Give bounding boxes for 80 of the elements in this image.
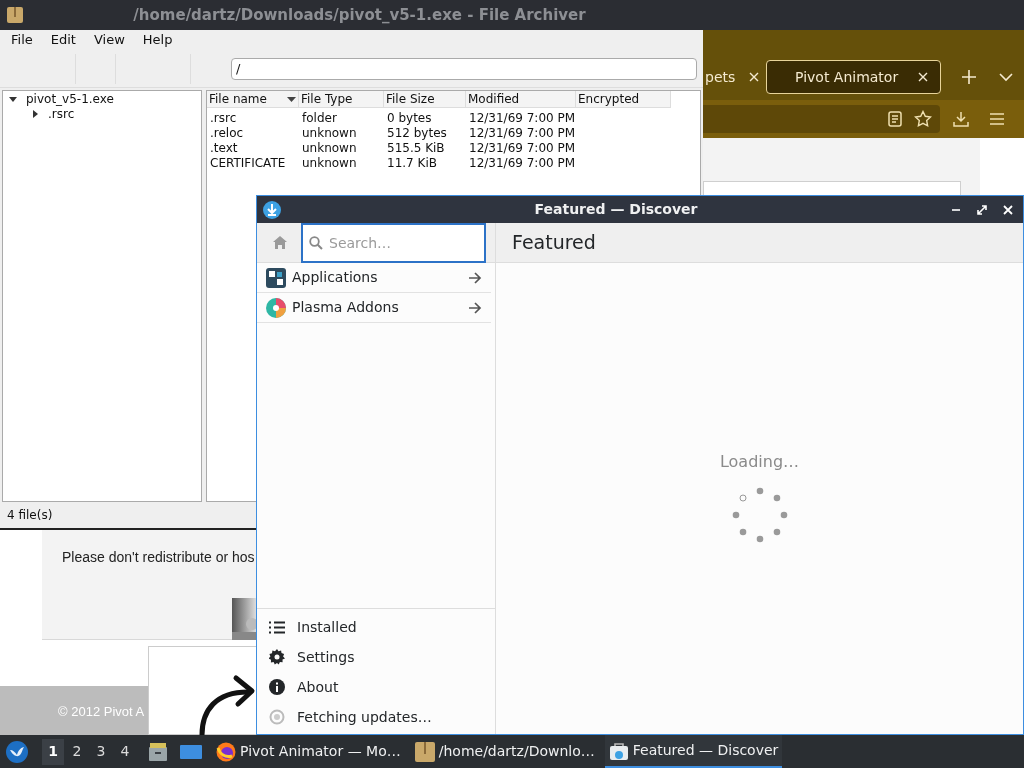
fox-globe-icon [216, 741, 236, 762]
table-cell-text: 515.5 KiB [386, 140, 446, 154]
palette-icon [266, 297, 286, 318]
menu-item[interactable]: File [11, 30, 33, 50]
window-title: /home/dartz/Downloads/pivot_v5-1.exe - File Archiver [132, 4, 587, 26]
table-cell-text: folder [301, 110, 338, 124]
info-icon [269, 679, 285, 695]
download-icon [263, 200, 281, 219]
browser-tab[interactable]: pets [704, 60, 760, 94]
arrow-right-icon [469, 301, 482, 314]
table-cell-text: .reloc [209, 125, 245, 139]
search-icon [309, 235, 323, 250]
column-header[interactable]: File Size [384, 91, 466, 108]
taskbar-task[interactable]: /home/dartz/Downlo… [410, 735, 599, 768]
grid-icon [266, 267, 286, 288]
shopping-bag-icon [608, 740, 629, 761]
table-cell-text: 12/31/69 7:00 PM [468, 110, 576, 124]
collapsed-triangle-icon[interactable] [31, 109, 39, 118]
desktop-icon[interactable] [180, 742, 202, 761]
notice-text: Please don't redistribute or hos [62, 548, 255, 567]
table-cell-text: .text [209, 140, 239, 154]
chevron-down-icon[interactable] [999, 73, 1013, 82]
table-cell-text: 11.7 KiB [386, 155, 438, 169]
settings-icon [269, 649, 285, 665]
menu-item[interactable]: View [93, 30, 125, 50]
desktop-switch[interactable]: 2 [66, 738, 88, 765]
column-header[interactable]: File Type [299, 91, 384, 108]
column-header[interactable]: Modified [466, 91, 576, 108]
menu-item[interactable]: Edit [50, 30, 76, 50]
nav-item[interactable]: About [257, 672, 495, 702]
nav-item[interactable]: Settings [257, 642, 495, 672]
archive-icon [7, 7, 23, 23]
nav-item[interactable]: Fetching updates… [257, 702, 495, 732]
archive-icon [414, 741, 435, 762]
star-icon[interactable] [914, 110, 932, 128]
new-tab-icon[interactable] [961, 69, 977, 85]
table-cell-text: unknown [301, 155, 358, 169]
table-cell-text: 512 bytes [386, 125, 448, 139]
nav-item[interactable]: Installed [257, 612, 495, 642]
desktop-switch[interactable]: 1 [42, 738, 64, 765]
loading-spinner-icon [730, 486, 789, 544]
file-cabinet-icon[interactable] [148, 741, 168, 762]
table-cell-text: 12/31/69 7:00 PM [468, 155, 576, 169]
arrow-right-icon [469, 271, 482, 284]
page-heading: Featured [512, 230, 596, 256]
search-field[interactable]: Search… [301, 222, 486, 263]
desktop-switch[interactable]: 4 [114, 738, 136, 765]
close-icon[interactable] [918, 72, 928, 82]
list-icon [269, 620, 285, 634]
progress-ring-icon [269, 709, 285, 725]
table-cell-text: unknown [301, 140, 358, 154]
loading-text: Loading… [719, 451, 800, 473]
close-icon[interactable] [749, 72, 759, 82]
menu-icon[interactable] [990, 113, 1004, 125]
table-cell-text: .rsrc [209, 110, 238, 124]
table-cell-text: 12/31/69 7:00 PM [468, 125, 576, 139]
restore-icon[interactable] [977, 204, 987, 215]
window-title: Featured — Discover [533, 200, 699, 219]
taskbar-task[interactable]: Featured — Discover [604, 735, 783, 768]
url-bar[interactable] [700, 105, 940, 133]
menu-item[interactable]: Help [142, 30, 173, 50]
expanded-triangle-icon[interactable] [9, 94, 17, 103]
category-item[interactable]: Applications [257, 263, 491, 293]
download-icon[interactable] [953, 111, 969, 127]
category-item[interactable]: Plasma Addons [257, 293, 491, 323]
table-cell-text: unknown [301, 125, 358, 139]
table-cell-text: 12/31/69 7:00 PM [468, 140, 576, 154]
column-header[interactable]: Encrypted [576, 91, 671, 108]
bird-logo-icon[interactable] [6, 740, 28, 763]
desktop-switch[interactable]: 3 [90, 738, 112, 765]
footer-text: © 2012 Pivot A [58, 703, 145, 721]
path-field[interactable]: / [231, 57, 697, 80]
sort-triangle-icon [287, 96, 296, 102]
browser-tab[interactable]: Pivot Animator [766, 60, 941, 94]
table-cell-text: CERTIFICATE [209, 155, 287, 169]
taskbar-task[interactable]: Pivot Animator — Mo… [212, 735, 405, 768]
reader-view-icon[interactable] [888, 111, 902, 127]
status-text: 4 file(s) [6, 507, 54, 524]
table-cell-text: 0 bytes [386, 110, 433, 124]
column-header[interactable]: File name [207, 91, 299, 108]
